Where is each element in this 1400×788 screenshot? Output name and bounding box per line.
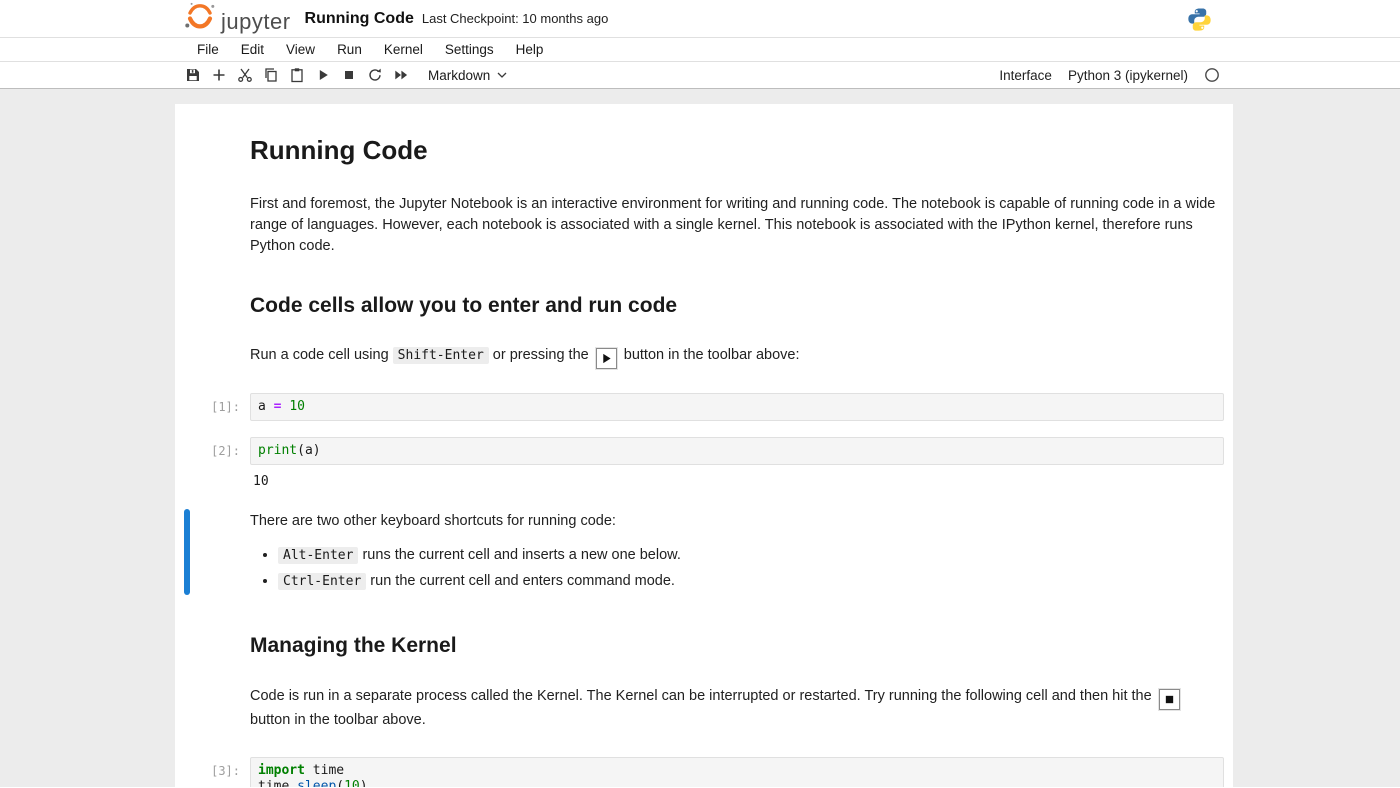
copy-icon bbox=[265, 68, 277, 82]
save-button[interactable] bbox=[180, 64, 206, 86]
scissors-icon bbox=[238, 68, 252, 82]
code-token: sleep bbox=[297, 778, 337, 787]
text-segment: button in the toolbar above. bbox=[250, 711, 426, 728]
cell-prompt: [3]: bbox=[211, 763, 240, 778]
text-segment: Code is run in a separate process called… bbox=[250, 687, 1156, 704]
shift-enter-kbd: Shift-Enter bbox=[392, 346, 489, 364]
kernel-status-icon bbox=[1204, 67, 1220, 83]
stop-icon bbox=[345, 71, 353, 79]
code-token: 10 bbox=[289, 398, 305, 414]
clipboard-icon bbox=[291, 68, 303, 83]
markdown-cell-shortcuts[interactable]: There are two other keyboard shortcuts f… bbox=[175, 508, 1233, 596]
run-button-image bbox=[594, 346, 618, 370]
code-token: ) bbox=[359, 778, 368, 787]
checkpoint-label: Last Checkpoint: 10 months ago bbox=[421, 11, 609, 26]
text-segment: or pressing the bbox=[488, 346, 593, 363]
menu-item-view[interactable]: View bbox=[275, 40, 326, 59]
jupyter-logo-icon bbox=[183, 2, 217, 35]
section-heading-kernel: Managing the Kernel bbox=[250, 634, 457, 658]
restart-kernel-button[interactable] bbox=[362, 64, 388, 86]
cell-collapser-bar[interactable] bbox=[184, 508, 190, 596]
interface-label[interactable]: Interface bbox=[999, 68, 1052, 83]
menu-item-kernel[interactable]: Kernel bbox=[373, 40, 434, 59]
text-segment: runs the current cell and inserts a new … bbox=[358, 546, 681, 563]
list-item: Ctrl-Enter run the current cell and ente… bbox=[278, 571, 1224, 591]
fast-forward-icon bbox=[395, 70, 408, 80]
notebook-scroll-area[interactable]: Running Code First and foremost, the Jup… bbox=[0, 89, 1400, 787]
markdown-cell-kernel: Managing the Kernel Code is run in a sep… bbox=[175, 633, 1233, 730]
menu-item-edit[interactable]: Edit bbox=[230, 40, 275, 59]
markdown-cell-intro: Running Code First and foremost, the Jup… bbox=[175, 134, 1233, 370]
code-editor[interactable]: a = 10 bbox=[250, 392, 1224, 421]
menu-item-run[interactable]: Run bbox=[326, 40, 373, 59]
notebook-title[interactable]: Running Code bbox=[305, 10, 414, 28]
code-token: print bbox=[258, 442, 298, 458]
toolbar: Markdown Interface Python 3 (ipykernel) bbox=[0, 62, 1400, 89]
code-token: time. bbox=[258, 778, 298, 787]
code-cell-2: [2]: print(a) bbox=[175, 436, 1233, 465]
alt-enter-kbd: Alt-Enter bbox=[278, 546, 359, 564]
restart-icon bbox=[369, 68, 381, 81]
cell-output: 10 bbox=[253, 473, 269, 489]
text-segment: run the current cell and enters command … bbox=[366, 573, 675, 590]
interrupt-button-image bbox=[1157, 687, 1181, 711]
section-heading-code-cells: Code cells allow you to enter and run co… bbox=[250, 293, 678, 317]
header-bar: jupyter Running Code Last Checkpoint: 10… bbox=[0, 0, 1400, 38]
menu-item-settings[interactable]: Settings bbox=[434, 40, 505, 59]
cell-prompt: [1]: bbox=[211, 399, 240, 414]
code-token: 10 bbox=[344, 778, 360, 787]
jupyter-logo[interactable]: jupyter bbox=[183, 2, 291, 35]
kernel-paragraph: Code is run in a separate process called… bbox=[250, 686, 1224, 731]
cut-cells-button[interactable] bbox=[232, 64, 258, 86]
plus-icon bbox=[213, 69, 225, 81]
kernel-name-button[interactable]: Python 3 (ipykernel) bbox=[1068, 68, 1188, 83]
run-all-button[interactable] bbox=[388, 64, 414, 86]
cell-prompt: [2]: bbox=[211, 443, 240, 458]
code-editor[interactable]: print(a) bbox=[250, 436, 1224, 465]
interrupt-kernel-button[interactable] bbox=[336, 64, 362, 86]
save-icon bbox=[187, 69, 199, 81]
menubar: File Edit View Run Kernel Settings Help bbox=[0, 38, 1400, 62]
menu-item-file[interactable]: File bbox=[186, 40, 230, 59]
insert-cell-button[interactable] bbox=[206, 64, 232, 86]
code-token: import bbox=[258, 762, 305, 778]
code-editor[interactable]: import time time.sleep(10) bbox=[250, 756, 1224, 787]
shortcuts-list: Alt-Enter runs the current cell and inse… bbox=[278, 545, 1224, 592]
chevron-down-icon bbox=[497, 72, 507, 78]
python-logo-icon bbox=[1187, 7, 1212, 37]
text-segment: Run a code cell using bbox=[250, 346, 393, 363]
intro-paragraph: First and foremost, the Jupyter Notebook… bbox=[250, 195, 1216, 254]
jupyter-wordmark: jupyter bbox=[221, 9, 291, 34]
ctrl-enter-kbd: Ctrl-Enter bbox=[278, 573, 367, 591]
run-instruction-paragraph: Run a code cell using Shift-Enter or pre… bbox=[250, 345, 1224, 370]
cell-type-value: Markdown bbox=[428, 67, 491, 83]
paste-cells-button[interactable] bbox=[284, 64, 310, 86]
code-token: ( bbox=[336, 778, 345, 787]
notebook-page: Running Code First and foremost, the Jup… bbox=[175, 104, 1233, 787]
code-cell-3: [3]: import time time.sleep(10) bbox=[175, 756, 1233, 787]
menu-item-help[interactable]: Help bbox=[505, 40, 555, 59]
page-title: Running Code bbox=[250, 135, 428, 165]
code-token: (a) bbox=[297, 442, 321, 458]
copy-cells-button[interactable] bbox=[258, 64, 284, 86]
cell-type-dropdown[interactable]: Markdown bbox=[428, 68, 507, 83]
code-token: time bbox=[304, 762, 345, 778]
shortcuts-intro-paragraph: There are two other keyboard shortcuts f… bbox=[250, 512, 616, 529]
list-item: Alt-Enter runs the current cell and inse… bbox=[278, 545, 1224, 565]
run-button[interactable] bbox=[310, 64, 336, 86]
code-cell-1: [1]: a = 10 bbox=[175, 392, 1233, 421]
text-segment: button in the toolbar above: bbox=[619, 346, 800, 363]
play-icon bbox=[319, 70, 328, 80]
code-token: a bbox=[258, 398, 274, 414]
